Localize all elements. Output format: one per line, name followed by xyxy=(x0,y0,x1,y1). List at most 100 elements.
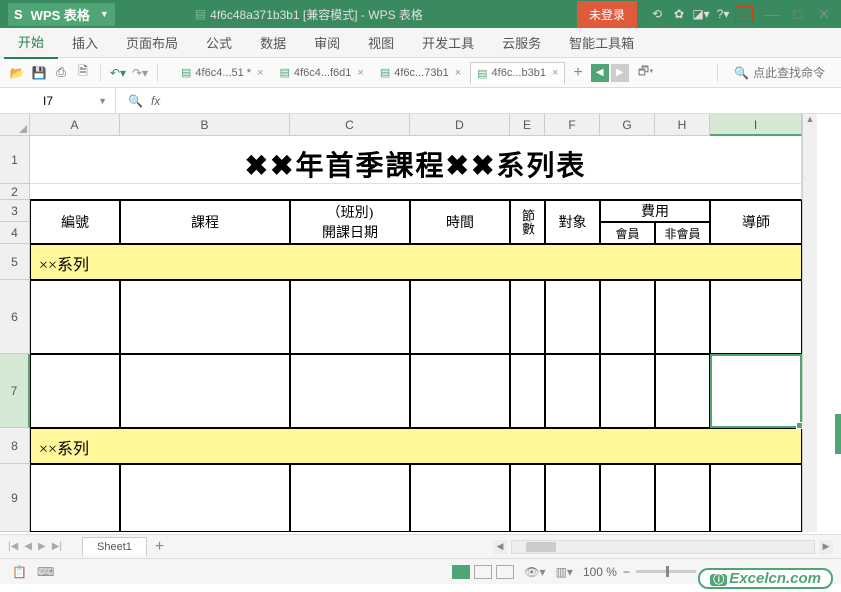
sheet-nav-first[interactable]: |◀ xyxy=(8,541,18,552)
hscroll-thumb[interactable] xyxy=(526,542,556,552)
menu-data[interactable]: 数据 xyxy=(246,27,300,58)
row-header-9[interactable]: 9 xyxy=(0,464,30,532)
menu-dev-tools[interactable]: 开发工具 xyxy=(408,27,488,58)
settings-icon[interactable]: ✿ xyxy=(669,4,689,24)
zoom-out-button[interactable]: − xyxy=(623,565,630,579)
add-sheet-button[interactable]: + xyxy=(155,538,164,556)
close-button[interactable]: ✕ xyxy=(815,5,833,23)
view-normal[interactable] xyxy=(452,565,470,579)
app-logo[interactable]: S WPS 表格 ▼ xyxy=(8,3,115,26)
col-header-b[interactable]: B xyxy=(120,114,290,136)
cell[interactable] xyxy=(120,280,290,354)
sheet-nav-next[interactable]: ▶ xyxy=(38,541,46,552)
cell[interactable] xyxy=(120,464,290,532)
file-tab-2[interactable]: ▤4f6c4...f6d1× xyxy=(273,61,371,84)
cell[interactable] xyxy=(30,354,120,428)
cell[interactable] xyxy=(710,464,802,532)
redo-icon[interactable]: ↷▾ xyxy=(131,64,149,82)
menu-view[interactable]: 视图 xyxy=(354,27,408,58)
print-icon[interactable]: ⎙ xyxy=(52,64,70,82)
cell-reference-input[interactable] xyxy=(8,94,88,108)
tab-list-icon[interactable]: 🗗▾ xyxy=(637,64,655,82)
fx-search-icon[interactable]: 🔍 xyxy=(128,94,143,108)
sheet-nav-last[interactable]: ▶| xyxy=(52,541,62,552)
select-all-corner[interactable] xyxy=(0,114,30,136)
help-icon[interactable]: ?▾ xyxy=(713,4,733,24)
login-button[interactable]: 未登录 xyxy=(577,1,637,28)
tab-nav-left[interactable]: ◀ xyxy=(591,64,609,82)
close-tab-icon[interactable]: × xyxy=(455,67,461,79)
cell[interactable] xyxy=(600,280,655,354)
header-id[interactable]: 編號 xyxy=(30,200,120,244)
status-clipboard-icon[interactable]: 📋 xyxy=(12,565,27,579)
cell[interactable] xyxy=(410,280,510,354)
row-header-1[interactable]: 1 xyxy=(0,136,30,184)
col-header-h[interactable]: H xyxy=(655,114,710,136)
cell[interactable] xyxy=(545,354,600,428)
menu-smart-tools[interactable]: 智能工具箱 xyxy=(555,27,648,58)
search-input[interactable] xyxy=(753,66,833,80)
side-panel-toggle[interactable] xyxy=(835,414,841,454)
col-header-c[interactable]: C xyxy=(290,114,410,136)
status-keyboard-icon[interactable]: ⌨ xyxy=(37,565,54,579)
cell[interactable] xyxy=(30,184,802,200)
cell[interactable] xyxy=(655,280,710,354)
sheet-nav-prev[interactable]: ◀ xyxy=(24,541,32,552)
header-member[interactable]: 會員 xyxy=(600,222,655,244)
cell[interactable] xyxy=(510,354,545,428)
row-header-3[interactable]: 3 xyxy=(0,200,30,222)
col-header-f[interactable]: F xyxy=(545,114,600,136)
file-tab-4[interactable]: ▤4f6c...b3b1× xyxy=(470,62,565,84)
cell[interactable] xyxy=(30,464,120,532)
menu-page-layout[interactable]: 页面布局 xyxy=(112,27,192,58)
view-reading[interactable] xyxy=(496,565,514,579)
series-row-2[interactable]: ××系列 xyxy=(30,428,802,464)
cell[interactable] xyxy=(655,464,710,532)
notification-icon[interactable]: ↓ xyxy=(735,6,753,22)
cell[interactable] xyxy=(545,464,600,532)
row-header-6[interactable]: 6 xyxy=(0,280,30,354)
col-header-i[interactable]: I xyxy=(710,114,802,136)
maximize-button[interactable]: □ xyxy=(789,5,807,23)
menu-formula[interactable]: 公式 xyxy=(192,27,246,58)
app-menu-dropdown-icon[interactable]: ▼ xyxy=(100,9,109,19)
cell[interactable] xyxy=(410,464,510,532)
horizontal-scrollbar[interactable]: ◀ ▶ xyxy=(493,540,833,554)
header-target[interactable]: 對象 xyxy=(545,200,600,244)
cell[interactable] xyxy=(710,280,802,354)
cell[interactable] xyxy=(600,464,655,532)
tab-nav-right[interactable]: ▶ xyxy=(611,64,629,82)
series-row-1[interactable]: ××系列 xyxy=(30,244,802,280)
name-box-dropdown-icon[interactable]: ▼ xyxy=(98,96,107,106)
row-header-2[interactable]: 2 xyxy=(0,184,30,200)
open-icon[interactable]: 📂 xyxy=(8,64,26,82)
col-header-a[interactable]: A xyxy=(30,114,120,136)
header-course[interactable]: 課程 xyxy=(120,200,290,244)
hscroll-track[interactable] xyxy=(511,540,815,554)
menu-cloud[interactable]: 云服务 xyxy=(488,27,555,58)
skin-icon[interactable]: ◪▾ xyxy=(691,4,711,24)
status-eye-icon[interactable]: 👁▾ xyxy=(524,565,545,579)
status-split-icon[interactable]: ▥▾ xyxy=(556,565,573,579)
cell[interactable] xyxy=(655,354,710,428)
selected-cell[interactable] xyxy=(710,354,802,428)
row-header-7[interactable]: 7 xyxy=(0,354,30,428)
sheet-tab-1[interactable]: Sheet1 xyxy=(82,537,147,556)
cell[interactable] xyxy=(290,464,410,532)
close-tab-icon[interactable]: × xyxy=(257,67,263,79)
hscroll-right[interactable]: ▶ xyxy=(819,540,833,554)
cell[interactable] xyxy=(545,280,600,354)
cell[interactable] xyxy=(120,354,290,428)
row-header-5[interactable]: 5 xyxy=(0,244,30,280)
close-tab-icon[interactable]: × xyxy=(552,67,558,79)
header-instructor[interactable]: 導師 xyxy=(710,200,802,244)
undo-icon[interactable]: ↶▾ xyxy=(109,64,127,82)
col-header-e[interactable]: E xyxy=(510,114,545,136)
cell[interactable] xyxy=(30,280,120,354)
vscroll-up[interactable]: ▲ xyxy=(802,114,817,136)
close-tab-icon[interactable]: × xyxy=(357,67,363,79)
minimize-button[interactable]: — xyxy=(763,5,781,23)
cell[interactable] xyxy=(510,280,545,354)
cell[interactable] xyxy=(510,464,545,532)
zoom-level[interactable]: 100 % xyxy=(583,565,617,579)
